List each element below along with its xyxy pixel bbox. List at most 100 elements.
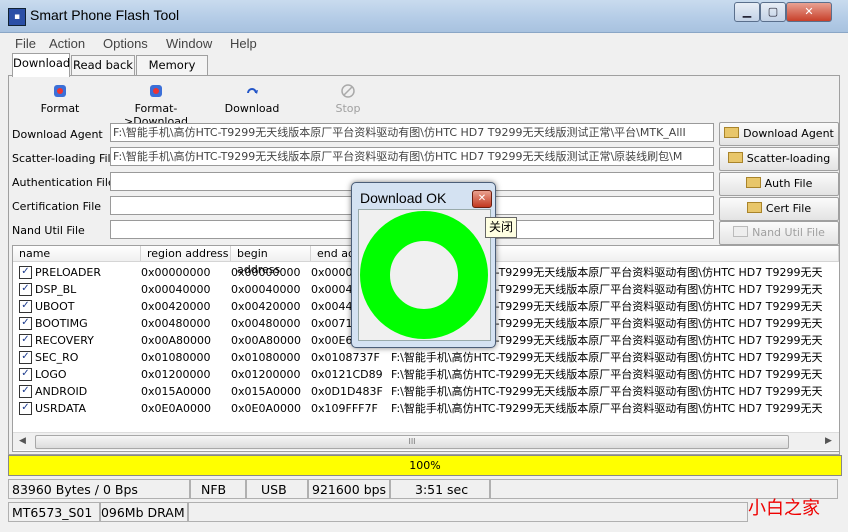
- download-icon: [247, 88, 258, 94]
- close-tooltip: 关闭: [485, 217, 518, 238]
- begin-address: 0x00420000: [231, 300, 301, 313]
- scatter-loading-field[interactable]: F:\智能手机\高仿HTC-T9299无天线版本原厂平台资料驱动有图\仿HTC …: [110, 147, 714, 166]
- end-address: 0x0121CD89: [311, 368, 383, 381]
- begin-address: 0x00A80000: [231, 334, 302, 347]
- folder-icon: [733, 226, 749, 237]
- close-button[interactable]: ✕: [786, 2, 832, 22]
- table-row[interactable]: ✓ ANDROID 0x015A0000 0x015A0000 0x0D1D483F F:…: [13, 383, 839, 400]
- table-row[interactable]: ✓ SEC_RO 0x01080000 0x01080000 0x0108737F F:\…: [13, 349, 839, 366]
- download-button[interactable]: Download: [222, 84, 282, 115]
- table-row[interactable]: ✓ USRDATA 0x0E0A0000 0x0E0A0000 0x109FFF7F F:…: [13, 400, 839, 417]
- status-flash-type: NFB: [190, 479, 246, 499]
- scroll-left-icon[interactable]: ◀: [19, 436, 26, 446]
- auth-file-button[interactable]: Auth File: [719, 172, 839, 196]
- scroll-right-icon[interactable]: ▶: [825, 436, 832, 446]
- download-agent-button[interactable]: Download Agent: [719, 122, 839, 146]
- nand-util-label: Nand Util File: [12, 224, 85, 237]
- menu-options[interactable]: Options: [103, 36, 148, 51]
- window-title: Smart Phone Flash Tool: [30, 7, 180, 23]
- column-header-region-address[interactable]: region address: [141, 246, 231, 262]
- begin-address: 0x015A0000: [231, 385, 302, 398]
- end-address: 0x109FFF7F: [311, 402, 378, 415]
- tab-read-back[interactable]: Read back: [71, 55, 135, 76]
- menu-help[interactable]: Help: [230, 36, 257, 51]
- scatter-loading-label: Scatter-loading File: [12, 152, 118, 165]
- end-address: 0x0108737F: [311, 351, 380, 364]
- end-address: 0x0D1D483F: [311, 385, 383, 398]
- download-agent-button-label: Download Agent: [743, 127, 834, 140]
- file-path: F:\智能手机\高仿HTC-T9299无天线版本原厂平台资料驱动有图\仿HTC …: [391, 368, 823, 381]
- begin-address: 0x00480000: [231, 317, 301, 330]
- download-label: Download: [224, 102, 280, 115]
- region-address: 0x00420000: [141, 300, 211, 313]
- region-address: 0x015A0000: [141, 385, 212, 398]
- minimize-button[interactable]: ▁: [734, 2, 760, 22]
- begin-address: 0x01200000: [231, 368, 301, 381]
- partition-name: UBOOT: [35, 300, 75, 313]
- table-row[interactable]: ✓ LOGO 0x01200000 0x01200000 0x0121CD89 F:\智能…: [13, 366, 839, 383]
- watermark-text: 小白之家: [748, 498, 820, 519]
- menu-window[interactable]: Window: [166, 36, 212, 51]
- partition-name: PRELOADER: [35, 266, 102, 279]
- format-button[interactable]: Format: [40, 84, 80, 115]
- region-address: 0x00A80000: [141, 334, 212, 347]
- horizontal-scrollbar[interactable]: ◀ III ▶: [13, 432, 839, 450]
- region-address: 0x01080000: [141, 351, 211, 364]
- format-label: Format: [40, 102, 80, 115]
- row-checkbox[interactable]: ✓: [19, 283, 32, 296]
- row-checkbox[interactable]: ✓: [19, 351, 32, 364]
- scatter-loading-button-label: Scatter-loading: [746, 152, 831, 165]
- auth-file-button-label: Auth File: [764, 177, 813, 190]
- folder-icon: [746, 202, 762, 213]
- region-address: 0x00480000: [141, 317, 211, 330]
- stop-label: Stop: [335, 102, 361, 115]
- partition-name: USRDATA: [35, 402, 87, 415]
- dialog-close-button[interactable]: ✕: [472, 190, 492, 208]
- begin-address: 0x00040000: [231, 283, 301, 296]
- menu-action[interactable]: Action: [49, 36, 85, 51]
- progress-text: 100%: [409, 459, 441, 472]
- dialog-title: Download OK: [360, 190, 447, 206]
- file-path: F:\智能手机\高仿HTC-T9299无天线版本原厂平台资料驱动有图\仿HTC …: [391, 385, 823, 398]
- progress-bar: 100%: [8, 455, 842, 476]
- status-chip: MT6573_S01: [8, 502, 100, 522]
- tab-memory-test[interactable]: Memory Test: [136, 55, 208, 91]
- row-checkbox[interactable]: ✓: [19, 300, 32, 313]
- stop-button[interactable]: Stop: [330, 84, 366, 115]
- cert-file-button[interactable]: Cert File: [719, 197, 839, 221]
- nand-util-button-label: Nand Util File: [752, 226, 825, 239]
- row-checkbox[interactable]: ✓: [19, 317, 32, 330]
- download-agent-label: Download Agent: [12, 128, 103, 141]
- folder-icon: [724, 127, 740, 138]
- auth-file-label: Authentication File: [12, 176, 115, 189]
- region-address: 0x01200000: [141, 368, 211, 381]
- partition-name: BOOTIMG: [35, 317, 88, 330]
- format-download-button[interactable]: Format->Download: [108, 84, 204, 128]
- row-checkbox[interactable]: ✓: [19, 368, 32, 381]
- format-icon: [54, 85, 66, 97]
- dialog-body: [358, 209, 491, 341]
- row-checkbox[interactable]: ✓: [19, 334, 32, 347]
- partition-name: ANDROID: [35, 385, 88, 398]
- download-agent-field[interactable]: F:\智能手机\高仿HTC-T9299无天线版本原厂平台资料驱动有图\仿HTC …: [110, 123, 714, 142]
- row-checkbox[interactable]: ✓: [19, 402, 32, 415]
- row-checkbox[interactable]: ✓: [19, 385, 32, 398]
- status-port: USB: [246, 479, 308, 499]
- menu-bar: File Action Options Window Help: [8, 33, 840, 52]
- nand-util-button[interactable]: Nand Util File: [719, 221, 839, 245]
- menu-file[interactable]: File: [15, 36, 36, 51]
- status-blank-2: [188, 502, 748, 522]
- file-path: F:\智能手机\高仿HTC-T9299无天线版本原厂平台资料驱动有图\仿HTC …: [391, 351, 823, 364]
- app-icon: ▪: [8, 8, 26, 26]
- tab-download[interactable]: Download: [12, 53, 70, 77]
- status-speed: 83960 Bytes / 0 Bps: [8, 479, 190, 499]
- row-checkbox[interactable]: ✓: [19, 266, 32, 279]
- maximize-button[interactable]: ▢: [760, 2, 786, 22]
- partition-name: RECOVERY: [35, 334, 94, 347]
- column-header-begin-address[interactable]: begin address: [231, 246, 311, 276]
- format-download-icon: [150, 85, 162, 97]
- scatter-loading-button[interactable]: Scatter-loading: [719, 147, 839, 171]
- folder-icon: [727, 152, 743, 163]
- column-header-name[interactable]: name: [13, 246, 141, 262]
- scrollbar-thumb[interactable]: III: [35, 435, 789, 449]
